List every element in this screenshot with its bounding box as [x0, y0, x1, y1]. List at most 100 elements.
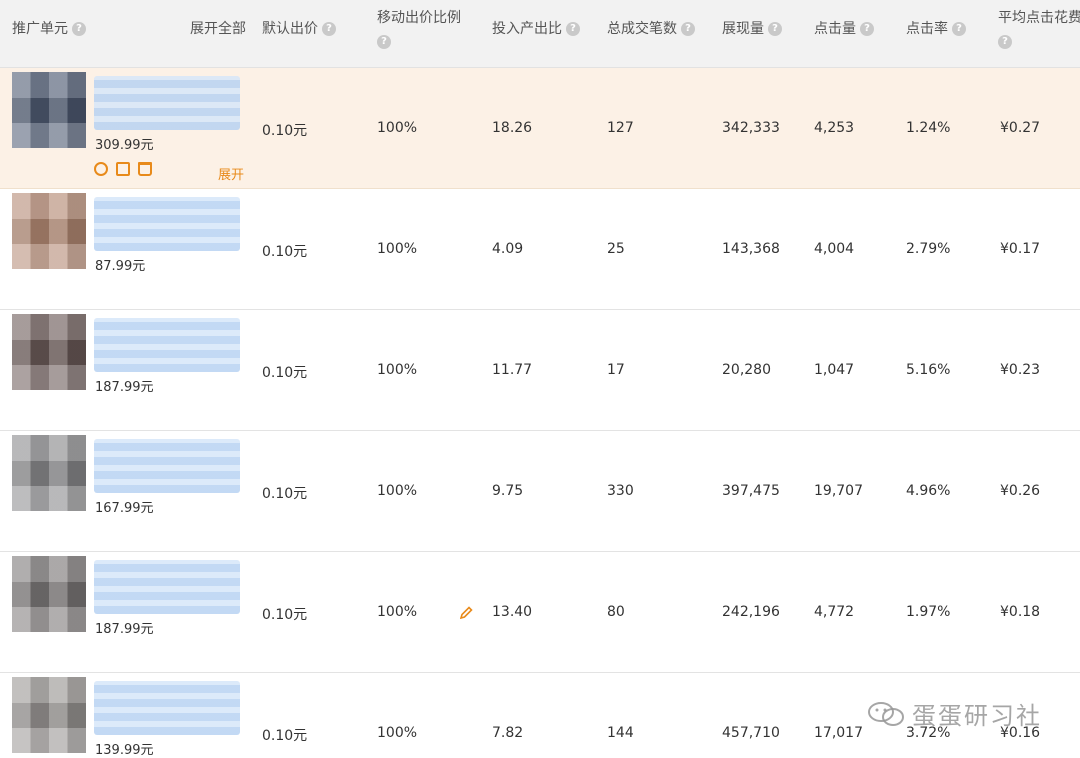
- roi-value: 7.82: [492, 725, 524, 741]
- avg-cpc-value: ¥0.23: [1000, 362, 1041, 378]
- trash-icon[interactable]: [138, 162, 152, 176]
- question-circle-icon[interactable]: ?: [952, 22, 966, 36]
- question-circle-icon[interactable]: ?: [860, 22, 874, 36]
- roi-value: 18.26: [492, 120, 533, 136]
- product-thumbnail[interactable]: [12, 314, 86, 390]
- copy-icon[interactable]: [116, 162, 130, 176]
- avg-cpc-value: ¥0.17: [1000, 241, 1041, 257]
- header-unit-label: 推广单元: [12, 21, 68, 37]
- expand-row-link[interactable]: 展开: [218, 164, 244, 183]
- avg-cpc-value: ¥0.27: [1000, 120, 1041, 136]
- pencil-icon[interactable]: [460, 606, 473, 619]
- roi-value: 9.75: [492, 483, 524, 499]
- pause-icon[interactable]: [94, 162, 108, 176]
- orders-value: 127: [607, 120, 634, 136]
- question-circle-icon[interactable]: ?: [998, 35, 1012, 49]
- table-row[interactable]: 167.99元 0.10元 100% 9.75 330 397,475 19,7…: [0, 431, 1080, 552]
- default-bid[interactable]: 0.10元: [262, 362, 307, 382]
- header-mobile-ratio-label: 移动出价比例: [377, 10, 461, 26]
- table-row[interactable]: 87.99元 0.10元 100% 4.09 25 143,368 4,004 …: [0, 189, 1080, 310]
- table-row[interactable]: 309.99元 展开 0.10元 100% 18.26 127 342,333 …: [0, 68, 1080, 189]
- product-thumbnail[interactable]: [12, 72, 86, 148]
- roi-value: 13.40: [492, 604, 533, 620]
- product-thumbnail[interactable]: [12, 556, 86, 632]
- header-unit: 推广单元?: [12, 18, 86, 38]
- header-orders: 总成交笔数?: [607, 18, 695, 38]
- watermark-text: 蛋蛋研习社: [912, 702, 1042, 730]
- orders-value: 330: [607, 483, 634, 499]
- table-row[interactable]: 187.99元 0.10元 100% 13.40 80 242,196 4,77…: [0, 552, 1080, 673]
- row-actions: [94, 162, 152, 176]
- orders-value: 80: [607, 604, 625, 620]
- product-price: 309.99元: [95, 138, 154, 153]
- roi-value: 4.09: [492, 241, 524, 257]
- mobile-ratio[interactable]: 100%: [377, 483, 417, 499]
- ctr-value: 4.96%: [906, 483, 951, 499]
- clicks-value: 19,707: [814, 483, 863, 499]
- orders-value: 144: [607, 725, 634, 741]
- redacted-product-title: [94, 560, 240, 614]
- wechat-icon: [868, 701, 904, 726]
- impressions-value: 143,368: [722, 241, 780, 257]
- redacted-product-title: [94, 76, 240, 130]
- question-circle-icon[interactable]: ?: [768, 22, 782, 36]
- product-thumbnail[interactable]: [12, 677, 86, 753]
- avg-cpc-value: ¥0.26: [1000, 483, 1041, 499]
- header-ctr-label: 点击率: [906, 21, 948, 37]
- product-price: 167.99元: [95, 501, 154, 516]
- default-bid[interactable]: 0.10元: [262, 604, 307, 624]
- question-circle-icon[interactable]: ?: [681, 22, 695, 36]
- question-circle-icon[interactable]: ?: [566, 22, 580, 36]
- impressions-value: 20,280: [722, 362, 771, 378]
- impressions-value: 242,196: [722, 604, 780, 620]
- mobile-ratio[interactable]: 100%: [377, 725, 417, 741]
- header-avg-cpc-label: 平均点击花费: [998, 10, 1080, 26]
- orders-value: 25: [607, 241, 625, 257]
- clicks-value: 17,017: [814, 725, 863, 741]
- product-price: 87.99元: [95, 259, 146, 274]
- header-default-bid-label: 默认出价: [262, 21, 318, 37]
- header-roi: 投入产出比?: [492, 18, 580, 38]
- header-default-bid: 默认出价?: [262, 18, 336, 38]
- product-price: 139.99元: [95, 743, 154, 758]
- header-clicks-label: 点击量: [814, 21, 856, 37]
- redacted-product-title: [94, 197, 240, 251]
- impressions-value: 397,475: [722, 483, 780, 499]
- roi-value: 11.77: [492, 362, 533, 378]
- question-circle-icon[interactable]: ?: [72, 22, 86, 36]
- header-impressions-label: 展现量: [722, 21, 764, 37]
- mobile-ratio[interactable]: 100%: [377, 120, 417, 136]
- mobile-ratio[interactable]: 100%: [377, 241, 417, 257]
- question-circle-icon[interactable]: ?: [377, 35, 391, 49]
- orders-value: 17: [607, 362, 625, 378]
- product-thumbnail[interactable]: [12, 193, 86, 269]
- default-bid[interactable]: 0.10元: [262, 120, 307, 140]
- product-thumbnail[interactable]: [12, 435, 86, 511]
- clicks-value: 4,253: [814, 120, 855, 136]
- default-bid[interactable]: 0.10元: [262, 725, 307, 745]
- clicks-value: 1,047: [814, 362, 855, 378]
- default-bid[interactable]: 0.10元: [262, 483, 307, 503]
- expand-all-button[interactable]: 展开全部: [190, 18, 246, 38]
- header-impressions: 展现量?: [722, 18, 782, 38]
- header-mobile-ratio: 移动出价比例?: [377, 6, 461, 54]
- clicks-value: 4,004: [814, 241, 855, 257]
- ctr-value: 1.24%: [906, 120, 951, 136]
- impressions-value: 457,710: [722, 725, 780, 741]
- redacted-product-title: [94, 318, 240, 372]
- table-row[interactable]: 187.99元 0.10元 100% 11.77 17 20,280 1,047…: [0, 310, 1080, 431]
- product-price: 187.99元: [95, 622, 154, 637]
- header-ctr: 点击率?: [906, 18, 966, 38]
- ctr-value: 5.16%: [906, 362, 951, 378]
- question-circle-icon[interactable]: ?: [322, 22, 336, 36]
- header-avg-cpc: 平均点击花费?: [998, 6, 1080, 54]
- header-orders-label: 总成交笔数: [607, 21, 677, 37]
- watermark: 蛋蛋研习社: [866, 696, 1042, 731]
- header-roi-label: 投入产出比: [492, 21, 562, 37]
- clicks-value: 4,772: [814, 604, 855, 620]
- impressions-value: 342,333: [722, 120, 780, 136]
- mobile-ratio[interactable]: 100%: [377, 604, 417, 620]
- mobile-ratio[interactable]: 100%: [377, 362, 417, 378]
- default-bid[interactable]: 0.10元: [262, 241, 307, 261]
- avg-cpc-value: ¥0.18: [1000, 604, 1041, 620]
